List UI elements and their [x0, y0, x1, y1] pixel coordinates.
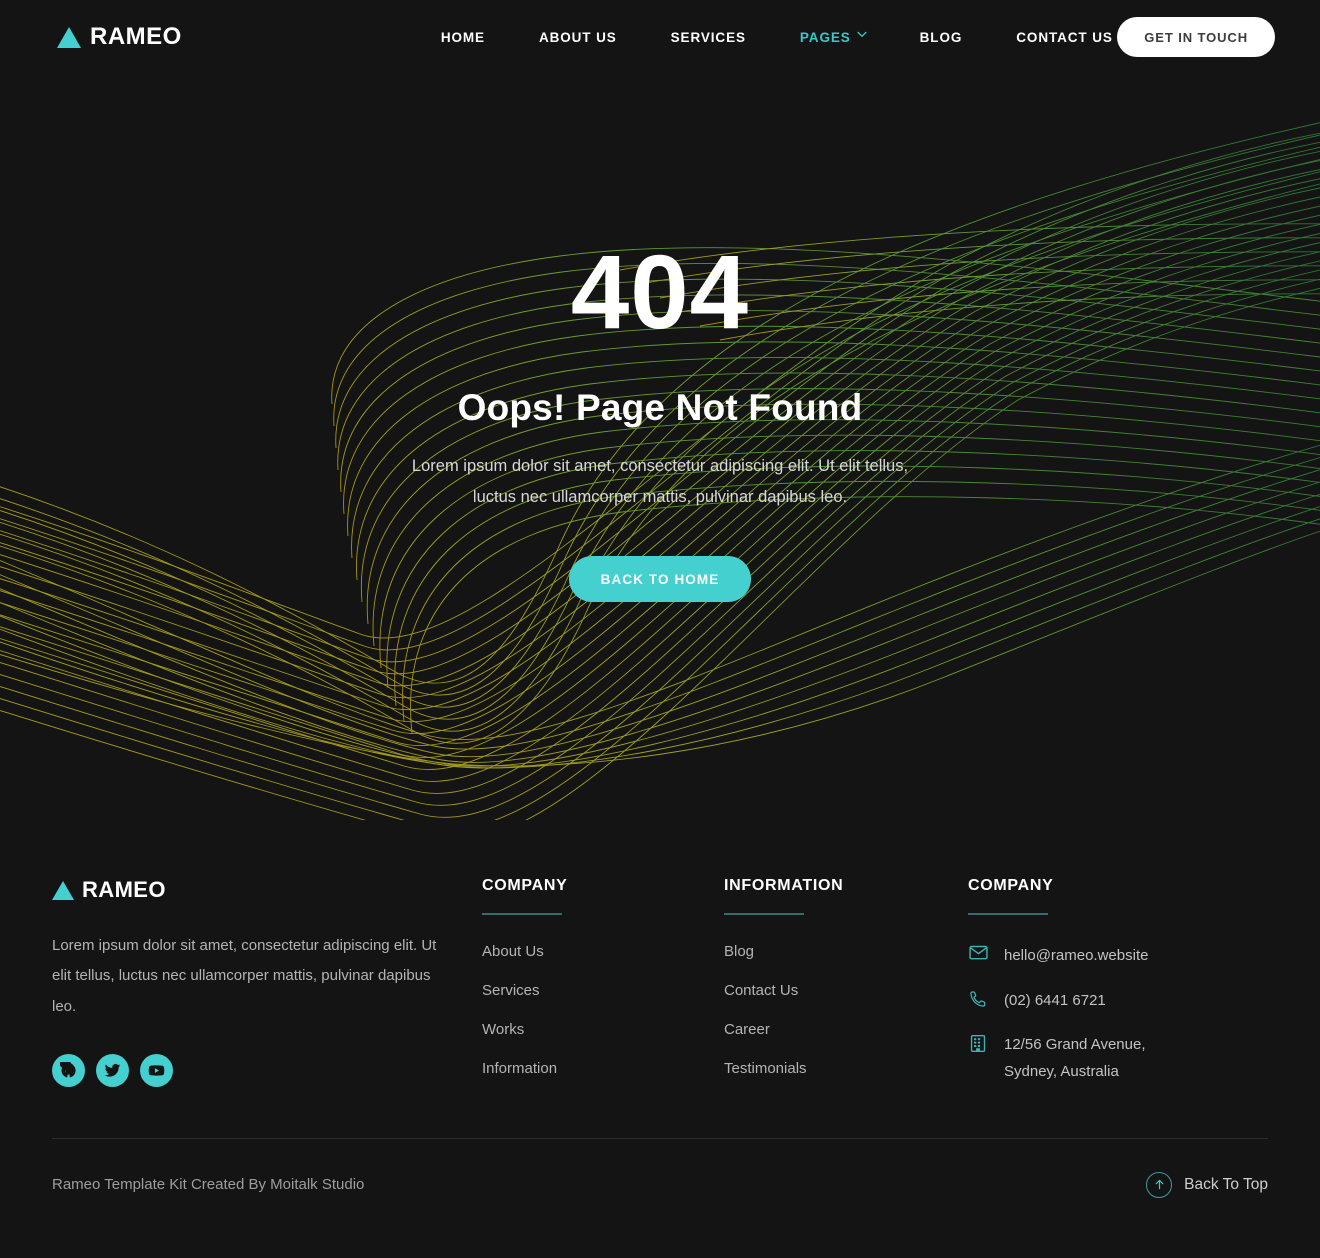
page-title: Oops! Page Not Found [457, 387, 863, 428]
nav-item-services[interactable]: SERVICES [644, 30, 773, 45]
get-in-touch-button[interactable]: GET IN TOUCH [1117, 17, 1275, 57]
triangle-logo-icon [52, 880, 74, 900]
footer-link-contact-us[interactable]: Contact Us [724, 982, 966, 999]
site-logo[interactable]: RAMEO [57, 25, 182, 49]
footer-bottom-bar: Rameo Template Kit Created By Moitalk St… [52, 1139, 1268, 1198]
footer-heading: COMPANY [482, 877, 568, 894]
footer-logo-text: RAMEO [82, 877, 166, 902]
nav-label: ABOUT US [538, 29, 617, 45]
error-code: 404 [570, 234, 750, 351]
nav-label: PAGES [799, 29, 851, 45]
logo-text: RAMEO [90, 23, 182, 50]
heading-underline [968, 913, 1048, 915]
footer-columns: RAMEO Lorem ipsum dolor sit amet, consec… [52, 845, 1268, 1104]
building-icon [968, 1032, 988, 1053]
heading-underline [724, 913, 804, 915]
arrow-up-circle-icon [1146, 1171, 1173, 1198]
footer-link-blog[interactable]: Blog [724, 943, 966, 960]
contact-phone-row[interactable]: (02) 6441 6721 [968, 988, 1268, 1015]
copyright-text: Rameo Template Kit Created By Moitalk St… [52, 1176, 365, 1194]
hero-section: 404 Oops! Page Not Found Lorem ipsum dol… [0, 74, 1320, 820]
phone-icon [968, 988, 988, 1008]
site-header: RAMEO HOME ABOUT US SERVICES PAGES BLOG [0, 0, 1320, 74]
footer-link-services[interactable]: Services [482, 982, 724, 999]
youtube-icon[interactable] [140, 1054, 173, 1088]
footer-brand-column: RAMEO Lorem ipsum dolor sit amet, consec… [52, 877, 482, 1088]
footer-column-company: COMPANY About Us Services Works Informat… [482, 877, 724, 1077]
address-line-2: Sydney, Australia [1004, 1063, 1119, 1081]
footer-heading: INFORMATION [724, 877, 844, 894]
nav-item-home[interactable]: HOME [414, 30, 512, 45]
hero-description-line-1: Lorem ipsum dolor sit amet, consectetur … [411, 457, 909, 475]
footer-link-about-us[interactable]: About Us [482, 943, 724, 960]
nav-label: SERVICES [670, 29, 746, 45]
footer-heading: COMPANY [968, 877, 1054, 894]
contact-address: 12/56 Grand Avenue, Sydney, Australia [1004, 1032, 1146, 1085]
nav-item-blog[interactable]: BLOG [893, 30, 990, 45]
nav-label: HOME [440, 29, 485, 45]
back-to-home-button[interactable]: BACK TO HOME [568, 556, 752, 603]
back-to-top-label: Back To Top [1184, 1175, 1268, 1193]
facebook-icon[interactable] [52, 1054, 85, 1088]
nav-item-pages[interactable]: PAGES [773, 30, 893, 45]
contact-email: hello@rameo.website [1004, 947, 1149, 964]
footer-logo[interactable]: RAMEO [52, 877, 482, 903]
chevron-down-icon [857, 31, 867, 40]
footer-column-contact: COMPANY hello@rameo.website (02) 6441 67… [966, 877, 1268, 1104]
page-root: RAMEO HOME ABOUT US SERVICES PAGES BLOG [0, 0, 1320, 1258]
triangle-logo-icon [57, 26, 81, 48]
envelope-icon [968, 943, 988, 960]
nav-label: BLOG [919, 29, 963, 45]
social-links [52, 1054, 482, 1088]
site-footer: RAMEO Lorem ipsum dolor sit amet, consec… [0, 845, 1320, 1258]
footer-column-information: INFORMATION Blog Contact Us Career Testi… [724, 877, 966, 1077]
hero-description: Lorem ipsum dolor sit amet, consectetur … [0, 451, 1320, 512]
hero-description-line-2: luctus nec ullamcorper mattis, pulvinar … [472, 487, 848, 506]
footer-link-information[interactable]: Information [482, 1060, 724, 1077]
back-to-top-button[interactable]: Back To Top [1146, 1171, 1268, 1198]
contact-phone: (02) 6441 6721 [1004, 991, 1106, 1009]
heading-underline [482, 913, 562, 915]
footer-link-works[interactable]: Works [482, 1021, 724, 1038]
address-line-1: 12/56 Grand Avenue, [1004, 1036, 1146, 1054]
nav-item-about-us[interactable]: ABOUT US [512, 30, 644, 45]
hero-content: 404 Oops! Page Not Found Lorem ipsum dol… [0, 74, 1320, 603]
nav-label: CONTACT US [1016, 29, 1113, 45]
twitter-icon[interactable] [96, 1054, 129, 1088]
main-nav: HOME ABOUT US SERVICES PAGES BLOG CONTAC… [414, 30, 1140, 45]
footer-link-career[interactable]: Career [724, 1021, 966, 1038]
footer-link-testimonials[interactable]: Testimonials [724, 1060, 966, 1077]
contact-email-row[interactable]: hello@rameo.website [968, 943, 1268, 970]
footer-about-text: Lorem ipsum dolor sit amet, consectetur … [52, 937, 437, 1015]
contact-address-row: 12/56 Grand Avenue, Sydney, Australia [968, 1032, 1268, 1085]
